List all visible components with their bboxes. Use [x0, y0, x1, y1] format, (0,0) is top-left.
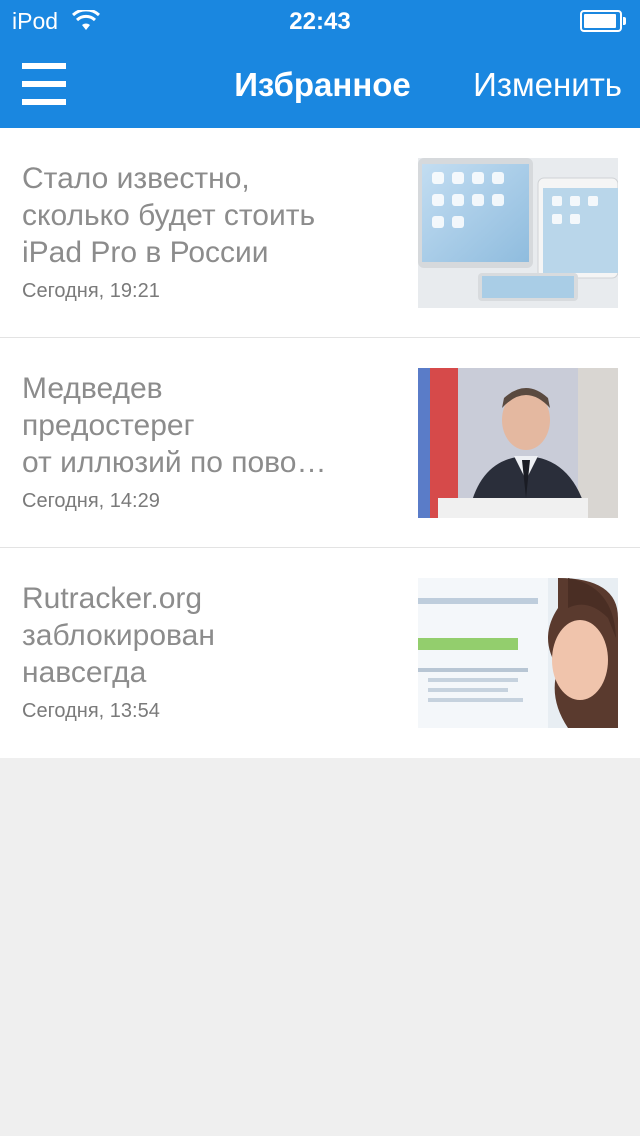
page-title: Избранное	[234, 66, 411, 103]
article-title: Rutracker.org заблокирован навсегда	[22, 582, 215, 689]
list-item[interactable]: Медведев предостерег от иллюзий по пово……	[0, 338, 640, 548]
ipad-devices-image	[418, 158, 618, 308]
hamburger-menu-icon[interactable]	[22, 63, 66, 105]
header-bar: iPod 22:43 Избранное Изменить	[0, 0, 640, 128]
edit-button[interactable]: Изменить	[473, 66, 622, 104]
battery-icon	[580, 10, 626, 32]
favorites-list: Стало известно, сколько будет стоить iPa…	[0, 128, 640, 758]
list-item[interactable]: Стало известно, сколько будет стоить iPa…	[0, 128, 640, 338]
article-date: Сегодня, 14:29	[22, 490, 160, 512]
article-date: Сегодня, 13:54	[22, 700, 160, 722]
article-title: Стало известно, сколько будет стоить iPa…	[22, 162, 316, 269]
list-item[interactable]: Rutracker.org заблокирован навсегда Сего…	[0, 548, 640, 758]
status-bar: iPod 22:43	[0, 0, 640, 40]
article-title: Медведев предостерег от иллюзий по пово…	[22, 372, 327, 479]
article-date: Сегодня, 19:21	[22, 280, 160, 302]
status-time: 22:43	[289, 8, 351, 35]
woman-at-monitor-image	[418, 578, 618, 728]
medvedev-portrait-image	[418, 368, 618, 518]
